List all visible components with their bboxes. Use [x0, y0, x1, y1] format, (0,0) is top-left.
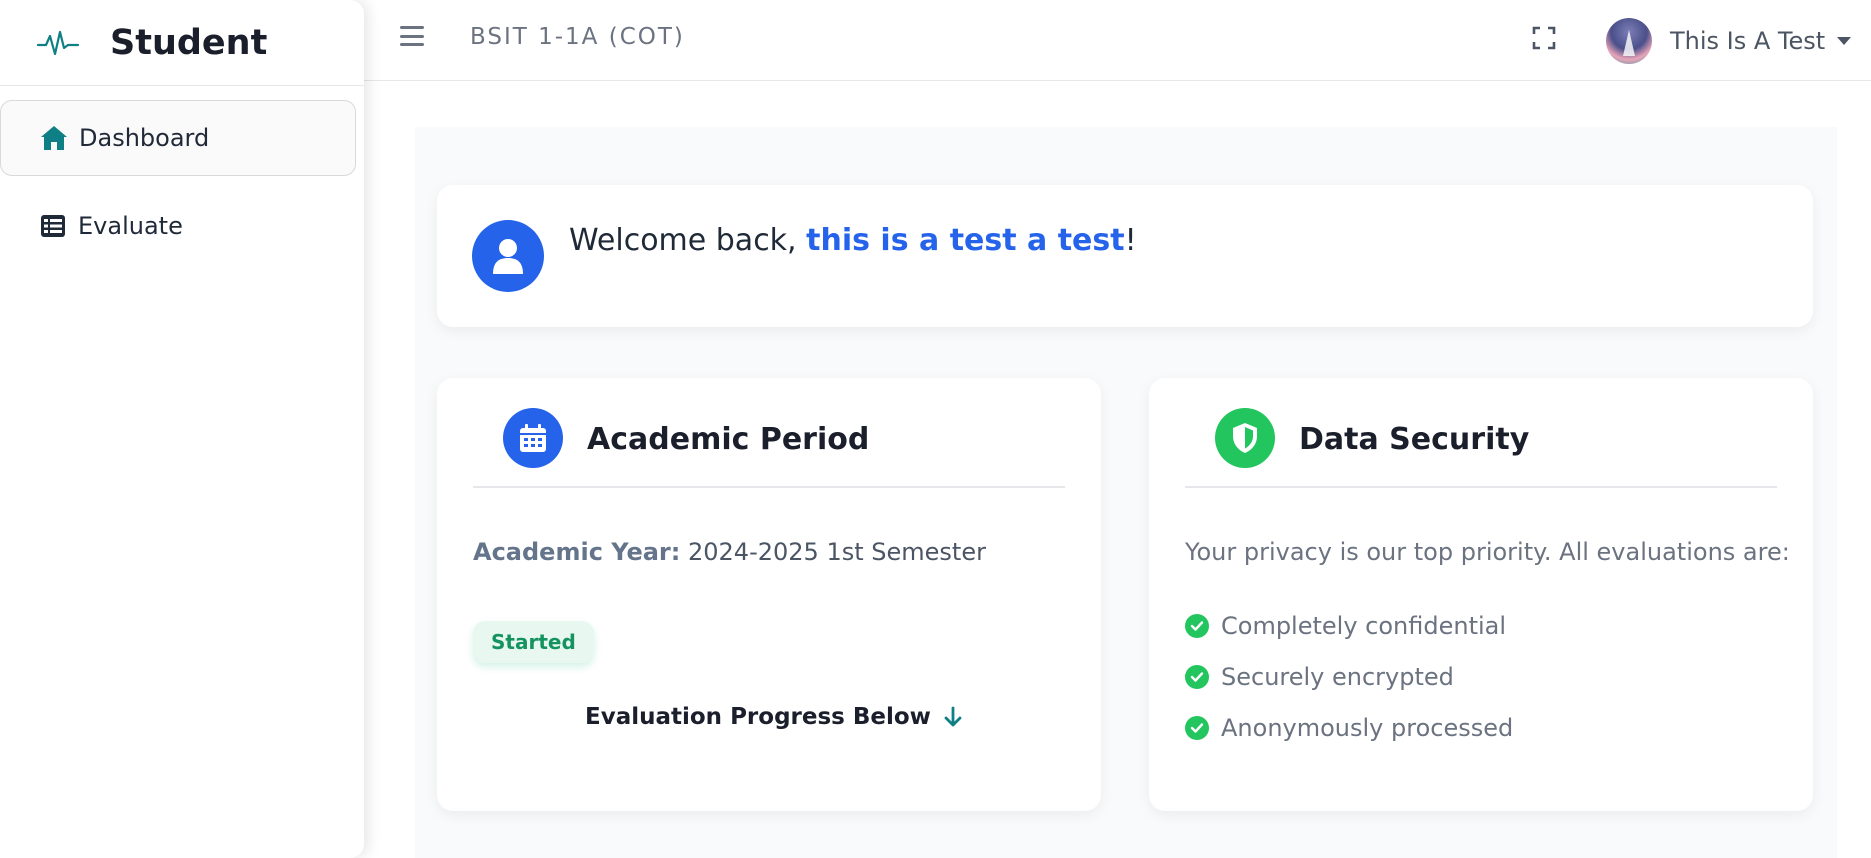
sidebar-item-label: Evaluate — [78, 212, 183, 240]
card-title: Academic Period — [587, 422, 870, 457]
home-icon — [39, 123, 69, 153]
list-item: Completely confidential — [1185, 600, 1513, 651]
list-item-label: Anonymously processed — [1221, 713, 1514, 742]
user-name: This Is A Test — [1670, 27, 1826, 55]
sidebar-nav: Dashboard Evaluate — [0, 86, 364, 264]
avatar — [1606, 18, 1652, 64]
status-badge: Started — [473, 621, 594, 663]
welcome-prefix: Welcome back, — [569, 223, 807, 258]
user-icon — [472, 220, 544, 292]
sidebar-item-label: Dashboard — [79, 124, 210, 152]
hamburger-icon[interactable] — [400, 24, 424, 48]
sidebar-item-dashboard[interactable]: Dashboard — [0, 100, 356, 176]
check-circle-icon — [1185, 715, 1209, 740]
list-item-label: Securely encrypted — [1221, 662, 1454, 691]
welcome-user-name: this is a test a test — [806, 223, 1125, 258]
academic-year-label: Academic Year: — [473, 538, 681, 566]
academic-period-card: Academic Period Academic Year: 2024-2025… — [437, 378, 1101, 811]
course-title: BSIT 1-1A (COT) — [470, 24, 685, 50]
top-bar: BSIT 1-1A (COT) This Is A Test — [364, 0, 1871, 81]
check-circle-icon — [1185, 664, 1209, 689]
chevron-down-icon — [1837, 37, 1852, 45]
welcome-card: Welcome back, this is a test a test! — [437, 185, 1813, 327]
sidebar: Student Dashboard Evaluate — [0, 0, 364, 858]
academic-year: Academic Year: 2024-2025 1st Semester — [473, 538, 986, 566]
welcome-suffix: ! — [1124, 223, 1137, 258]
progress-label: Evaluation Progress Below — [585, 704, 931, 730]
security-intro: Your privacy is our top priority. All ev… — [1185, 538, 1790, 566]
check-circle-icon — [1185, 613, 1209, 638]
user-menu[interactable]: This Is A Test — [1606, 18, 1852, 64]
card-header: Academic Period — [473, 408, 1065, 488]
list-item: Anonymously processed — [1185, 702, 1513, 753]
sidebar-brand[interactable]: Student — [0, 0, 364, 86]
card-title: Data Security — [1299, 422, 1530, 457]
card-header: Data Security — [1185, 408, 1777, 488]
list-item: Securely encrypted — [1185, 651, 1513, 702]
academic-year-value: 2024-2025 1st Semester — [688, 538, 986, 566]
data-security-card: Data Security Your privacy is our top pr… — [1149, 378, 1813, 811]
fullscreen-icon[interactable] — [1532, 26, 1556, 50]
shield-icon — [1215, 408, 1275, 468]
list-icon — [38, 211, 68, 241]
security-points: Completely confidential Securely encrypt… — [1185, 600, 1513, 753]
list-item-label: Completely confidential — [1221, 611, 1507, 640]
pulse-icon — [36, 21, 80, 65]
welcome-message: Welcome back, this is a test a test! — [569, 223, 1137, 258]
brand-title: Student — [110, 22, 268, 63]
calendar-icon — [503, 408, 563, 468]
evaluation-progress-link[interactable]: Evaluation Progress Below — [585, 704, 963, 730]
sidebar-item-evaluate[interactable]: Evaluate — [0, 188, 356, 264]
arrow-down-icon — [943, 705, 963, 729]
